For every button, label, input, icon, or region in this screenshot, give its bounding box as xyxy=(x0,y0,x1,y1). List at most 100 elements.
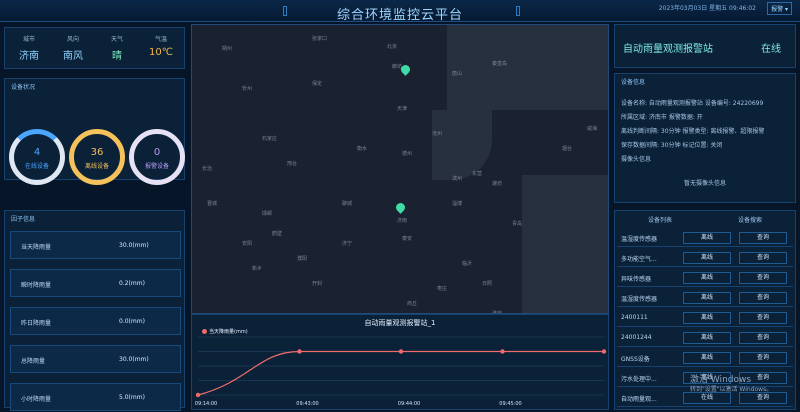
device-status-button[interactable]: 离线 xyxy=(683,272,731,284)
chart-legend[interactable]: 当天降雨量(mm) xyxy=(202,328,248,335)
factor-row[interactable]: 瞬时降雨量 0.2(mm) xyxy=(10,269,181,297)
weather-panel: 城市 济南 风向 南风 天气 晴 气温 10℃ xyxy=(4,27,185,69)
alarm-dropdown[interactable]: 报警 ▾ xyxy=(767,2,792,15)
data-point[interactable] xyxy=(195,392,201,398)
factor-value: 5.0(mm) xyxy=(119,394,145,401)
data-point[interactable] xyxy=(398,349,404,354)
device-query-button[interactable]: 查询 xyxy=(739,332,787,344)
online-label: 在线设备 xyxy=(24,163,49,170)
factor-value: 0.2(mm) xyxy=(119,280,145,287)
device-row[interactable]: GNSS设备 离线 查询 xyxy=(617,349,793,367)
map-city-label: 滨州 xyxy=(452,176,463,182)
data-point[interactable] xyxy=(601,349,607,354)
device-query-button[interactable]: 查询 xyxy=(739,272,787,284)
map-city-label: 天津 xyxy=(397,106,408,112)
series-line xyxy=(197,350,604,396)
device-query-button[interactable]: 查询 xyxy=(739,292,787,304)
device-status-button[interactable]: 在线 xyxy=(683,392,731,404)
alarm-count: 0 xyxy=(153,147,161,158)
device-status-button[interactable]: 离线 xyxy=(683,312,731,324)
weather-key: 气温 xyxy=(154,36,167,43)
legend-label: 当天降雨量(mm) xyxy=(209,329,248,335)
data-point[interactable] xyxy=(297,349,302,354)
map-view[interactable]: 北京 廊坊 天津 保定 沧州 石家庄 衡水 德州 邢台 东营 滨州 淄博 潍坊 济南 泰安 聊城 邯郸 安阳 鹤壁濮… xyxy=(191,24,609,314)
legend-marker-icon xyxy=(202,329,207,334)
device-query-button[interactable]: 查询 xyxy=(739,252,787,264)
weather-value: 南风 xyxy=(63,51,83,62)
factor-row[interactable]: 昨日降雨量 0.0(mm) xyxy=(10,307,181,335)
info-line: 所属区域: 济南市 报警数据: 开 xyxy=(621,114,703,121)
tab-device-search[interactable]: 设备搜索 xyxy=(705,215,795,224)
offline-count: 36 xyxy=(90,147,104,158)
weather-key: 风向 xyxy=(66,36,79,43)
station-name: 自动雨量观测报警站 xyxy=(623,44,713,55)
weather-value: 10℃ xyxy=(149,47,173,58)
info-line: 设备名称: 自动雨量观测报警站 设备编号: 24220699 xyxy=(621,100,764,107)
device-name: 自动雨量观... xyxy=(621,396,657,403)
device-status-button[interactable]: 离线 xyxy=(683,232,731,244)
device-name: 异味传感器 xyxy=(621,276,652,283)
station-marker-icon[interactable] xyxy=(394,201,407,214)
weather-city: 城市 济南 xyxy=(9,34,49,62)
alarm-ring[interactable]: 0 报警设备 xyxy=(129,129,185,185)
device-status-button[interactable]: 离线 xyxy=(683,292,731,304)
chart-title: 自动雨量观测报警站_1 xyxy=(364,319,436,327)
device-row[interactable]: 多功能空气... 离线 查询 xyxy=(617,249,793,267)
device-info-panel: 设备信息 设备名称: 自动雨量观测报警站 设备编号: 24220699 所属区域… xyxy=(614,73,796,203)
map-city-label: 张家口 xyxy=(312,36,328,42)
map-city-label: 唐山 xyxy=(452,71,463,77)
x-tick-label: 09:43:00 xyxy=(296,401,318,407)
device-tabs: 设备列表 设备搜索 xyxy=(615,215,797,227)
weather-key: 城市 xyxy=(22,36,35,43)
tab-device-list[interactable]: 设备列表 xyxy=(615,215,705,224)
map-city-label: 济宁 xyxy=(342,241,353,247)
device-row[interactable]: 2400111 离线 查询 xyxy=(617,309,793,327)
map-city-label: 济南 xyxy=(397,218,408,224)
device-name: 污水处理中... xyxy=(621,376,657,383)
factor-value: 30.0(mm) xyxy=(119,356,149,363)
bay-area xyxy=(432,110,492,180)
map-city-label: 邢台 xyxy=(287,161,298,167)
device-row[interactable]: 异味传感器 离线 查询 xyxy=(617,269,793,287)
device-status-panel: 设备状况 4 在线设备 36 离线设备 0 报警设备 xyxy=(4,78,185,185)
map-city-label: 长治 xyxy=(202,166,213,172)
device-status-button[interactable]: 离线 xyxy=(683,252,731,264)
x-tick-label: 09:45:00 xyxy=(499,401,521,407)
device-query-button[interactable]: 查询 xyxy=(739,312,787,324)
data-point[interactable] xyxy=(500,349,505,354)
device-query-button[interactable]: 查询 xyxy=(739,352,787,364)
device-row[interactable]: 24001244 离线 查询 xyxy=(617,329,793,347)
x-tick-label: 09:44:00 xyxy=(398,401,420,407)
factor-row[interactable]: 当天降雨量 30.0(mm) xyxy=(10,231,181,259)
map-city-label: 聊城 xyxy=(342,201,353,207)
online-ring[interactable]: 4 在线设备 xyxy=(9,129,65,185)
map-city-label: 东营 xyxy=(472,171,483,177)
weather-wind: 风向 南风 xyxy=(53,34,93,62)
x-tick-label: 09:14:00 xyxy=(195,401,217,407)
offline-ring[interactable]: 36 离线设备 xyxy=(69,129,125,185)
weather-condition: 天气 晴 xyxy=(97,34,137,62)
device-row[interactable]: 温湿度传感器 离线 查询 xyxy=(617,229,793,247)
sea-area xyxy=(447,25,608,110)
device-status-button[interactable]: 离线 xyxy=(683,352,731,364)
factor-row[interactable]: 总降雨量 30.0(mm) xyxy=(10,345,181,373)
map-city-label: 晋城 xyxy=(207,201,218,207)
factor-value: 0.0(mm) xyxy=(119,318,145,325)
offline-label: 离线设备 xyxy=(84,163,109,170)
device-name: 温湿度传感器 xyxy=(621,296,658,303)
device-query-button[interactable]: 查询 xyxy=(739,232,787,244)
no-camera-text: 暂无摄像头信息 xyxy=(683,180,726,187)
device-status-button[interactable]: 离线 xyxy=(683,332,731,344)
station-status: 在线 xyxy=(761,44,781,55)
panel-title: 设备信息 xyxy=(621,79,646,86)
top-header: 综合环境监控云平台 2023年03月03日 星期五 09:46:02 报警 ▾ xyxy=(0,0,800,23)
device-row[interactable]: 温湿度传感器 离线 查询 xyxy=(617,289,793,307)
info-line: 离线判断间隔: 30分钟 报警类型: 离线报警、超限报警 xyxy=(621,128,765,135)
station-card: 自动雨量观测报警站 在线 xyxy=(614,24,796,68)
map-city-label: 淄博 xyxy=(452,201,463,207)
device-query-button[interactable]: 查询 xyxy=(739,392,787,404)
map-city-label: 邯郸 xyxy=(262,211,273,217)
factor-row[interactable]: 小时降雨量 5.0(mm) xyxy=(10,383,181,411)
weather-value: 济南 xyxy=(19,51,39,62)
map-city-label: 泰安 xyxy=(402,236,413,242)
